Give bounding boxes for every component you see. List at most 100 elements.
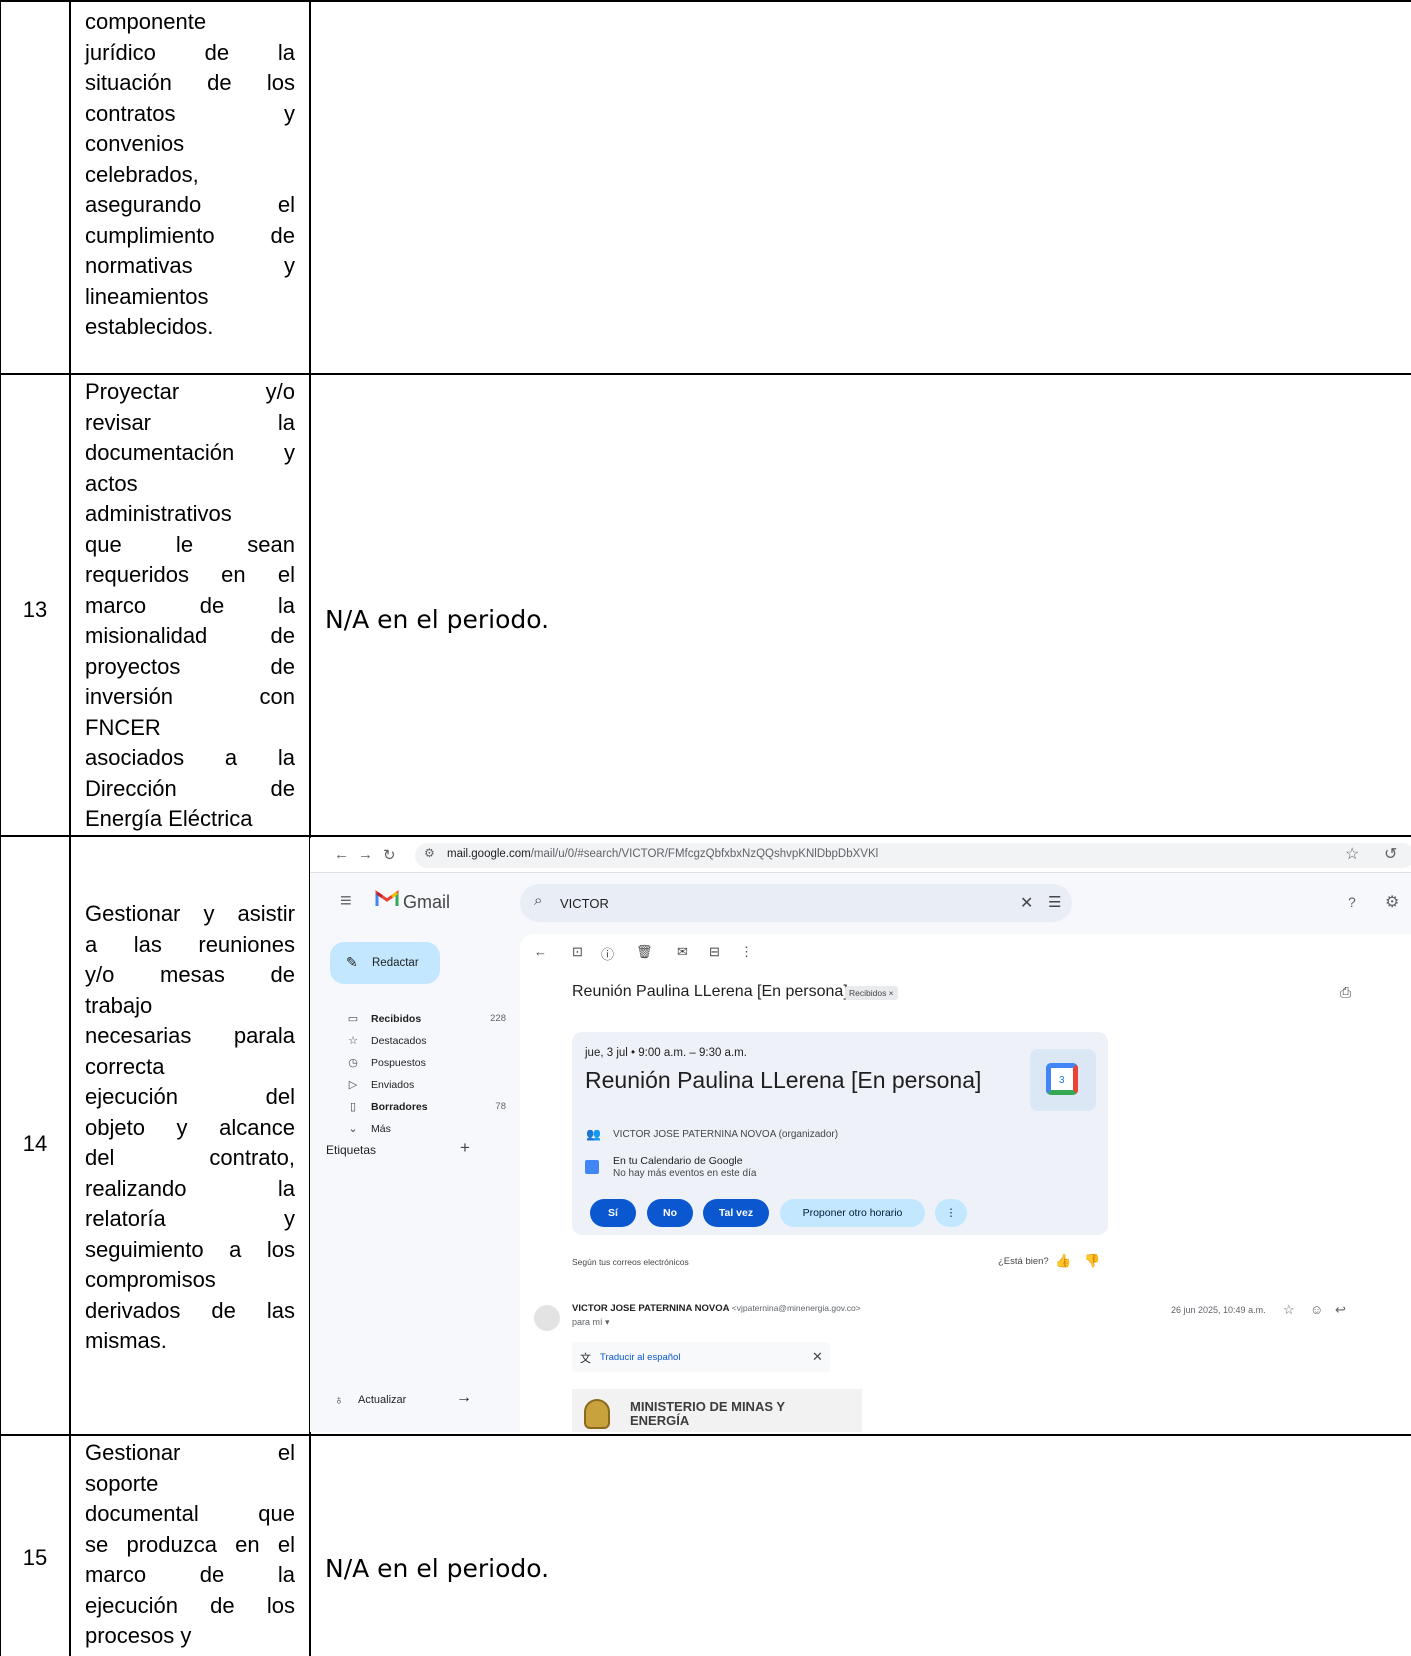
activity-line: convenios <box>85 131 185 156</box>
forward-arrow-icon[interactable]: → <box>358 846 373 863</box>
sidebar-item-mas[interactable]: ⌄ Más <box>346 1122 506 1140</box>
activity-line: ejecución del <box>85 1084 295 1109</box>
activity-cell: Gestionar y asistir a las reuniones y/o me… <box>85 899 295 1357</box>
translate-link[interactable]: Traducir al español <box>600 1352 680 1363</box>
move-to-icon[interactable]: ⊟ <box>709 944 720 960</box>
sidebar-item-borradores[interactable]: ▯ Borradores 78 <box>346 1100 506 1118</box>
star-icon[interactable]: ☆ <box>1283 1302 1295 1318</box>
add-label-icon[interactable]: + <box>460 1138 470 1158</box>
reply-icon[interactable]: ↩ <box>1335 1302 1346 1318</box>
sender-email: <vjpaternina@minenergia.gov.co> <box>731 1303 861 1313</box>
activity-line: compromisos <box>85 1267 216 1292</box>
update-badge-icon: ♁ <box>334 1392 344 1407</box>
activity-line: asegurando el <box>85 192 295 217</box>
calendar-note: En tu Calendario de Google <box>613 1155 743 1167</box>
inbox-tag[interactable]: Recibidos × <box>845 986 898 1000</box>
row-separator <box>0 1434 1411 1436</box>
clear-search-icon[interactable]: ✕ <box>1020 893 1033 913</box>
calendar-subnote: No hay más eventos en este día <box>613 1168 757 1179</box>
activity-line: Gestionar el <box>85 1440 295 1465</box>
activity-line: inversión con <box>85 684 295 709</box>
activity-line: Gestionar y asistir <box>85 901 295 926</box>
archive-icon[interactable]: ⊡ <box>572 944 583 960</box>
row-number: 13 <box>22 597 48 622</box>
activity-line: seguimiento a los <box>85 1236 295 1262</box>
inbox-icon: ▭ <box>347 1013 359 1025</box>
gmail-logo-icon <box>375 890 399 906</box>
based-on-note: Según tus correos electrónicos <box>572 1257 689 1267</box>
rsvp-maybe-button[interactable]: Tal vez <box>703 1199 769 1227</box>
close-icon[interactable]: ✕ <box>812 1349 823 1365</box>
rsvp-yes-button[interactable]: Sí <box>590 1199 636 1227</box>
thumbs-up-icon[interactable]: 👍 <box>1055 1253 1071 1269</box>
search-bar[interactable]: ⌕ VICTOR ✕ ☰ <box>520 884 1072 922</box>
pencil-icon: ✎ <box>346 954 358 970</box>
activity-line: ejecución de los <box>85 1592 295 1618</box>
activity-line: documental que <box>85 1501 295 1526</box>
send-icon: ▷ <box>348 1079 358 1091</box>
main-menu-icon[interactable]: ≡ <box>340 890 352 913</box>
sidebar-item-destacados[interactable]: ☆ Destacados <box>346 1034 506 1052</box>
activity-line: revisar la <box>85 409 295 435</box>
labels-heading: Etiquetas <box>326 1143 377 1157</box>
browser-toolbar: ← → ↻ ⚙ mail.google.com/mail/u/0/#search… <box>310 838 1411 873</box>
activity-line: necesarias parala <box>85 1023 295 1048</box>
rsvp-no-button[interactable]: No <box>647 1199 693 1227</box>
reload-icon[interactable]: ↻ <box>383 846 396 864</box>
activity-cell: componente jurídico de la situación de los… <box>85 7 295 343</box>
email-view: ← ⊡ ⓘ 🗑 ✉ ⊟ ⋮ Reunión Paulina LLerena [E… <box>520 934 1411 1432</box>
feedback-question: ¿Está bien? <box>998 1256 1049 1267</box>
gmail-screenshot: ← → ↻ ⚙ mail.google.com/mail/u/0/#search… <box>310 838 1411 1432</box>
activity-line: marco de la <box>85 592 295 618</box>
email-subject: Reunión Paulina LLerena [En persona] <box>572 983 848 1000</box>
sender-name: VICTOR JOSE PATERNINA NOVOA <box>572 1303 730 1314</box>
activity-line: jurídico de la <box>85 39 295 65</box>
activity-line: Proyectar y/o <box>85 379 295 404</box>
site-settings-icon[interactable]: ⚙ <box>424 846 435 860</box>
activity-line: soporte <box>85 1470 159 1496</box>
activity-line: a las reuniones <box>85 931 295 957</box>
sidebar-item-pospuestos[interactable]: ◷ Pospuestos <box>346 1056 506 1074</box>
more-options-icon[interactable]: ⋮ <box>740 944 753 960</box>
sender: VICTOR JOSE PATERNINA NOVOA <vjpaternina… <box>572 1303 861 1314</box>
sidebar-item-count: 78 <box>495 1101 506 1112</box>
print-icon[interactable]: ⎙ <box>1340 984 1351 1001</box>
search-options-icon[interactable]: ☰ <box>1048 893 1061 911</box>
propose-time-button[interactable]: Proponer otro horario <box>780 1199 925 1227</box>
recipient-toggle[interactable]: para mí ▾ <box>572 1317 610 1328</box>
activity-line: lineamientos <box>85 283 209 309</box>
draft-icon: ▯ <box>349 1101 357 1113</box>
activity-line: cumplimiento de <box>85 222 295 248</box>
delete-icon[interactable]: 🗑 <box>636 944 653 960</box>
sidebar-item-label: Pospuestos <box>371 1057 426 1069</box>
search-icon[interactable]: ⌕ <box>534 892 542 909</box>
table-divider-number <box>69 0 71 1656</box>
activity-line: administrativos <box>85 501 232 526</box>
update-label[interactable]: Actualizar <box>358 1394 406 1406</box>
bookmark-star-icon[interactable]: ☆ <box>1345 844 1359 864</box>
compose-button[interactable]: ✎ Redactar <box>330 942 440 984</box>
ministry-name-line: ENERGÍA <box>630 1413 690 1428</box>
search-input[interactable]: VICTOR <box>560 896 609 911</box>
avatar <box>534 1305 560 1331</box>
arrow-right-icon[interactable]: → <box>456 1389 472 1407</box>
report-spam-icon[interactable]: ⓘ <box>601 944 614 963</box>
thumbs-down-icon[interactable]: 👎 <box>1084 1253 1100 1269</box>
activity-line: correcta <box>85 1053 165 1079</box>
more-rsvp-options-icon[interactable]: ⋮ <box>935 1199 967 1227</box>
sidebar-item-label: Borradores <box>371 1101 428 1113</box>
url-text: mail.google.com/mail/u/0/#search/VICTOR/… <box>447 848 879 860</box>
email-date: 26 jun 2025, 10:49 a.m. <box>1171 1305 1266 1315</box>
emoji-react-icon[interactable]: ☺ <box>1310 1302 1323 1317</box>
settings-gear-icon[interactable]: ⚙ <box>1385 892 1399 912</box>
address-bar[interactable]: ⚙ mail.google.com/mail/u/0/#search/VICTO… <box>415 843 1411 868</box>
sidebar-item-count: 228 <box>490 1013 506 1024</box>
back-icon[interactable]: ← <box>534 944 547 959</box>
activity-line: proyectos de <box>85 653 295 679</box>
history-icon[interactable]: ↺ <box>1384 844 1397 864</box>
back-arrow-icon[interactable]: ← <box>334 846 349 863</box>
mark-unread-icon[interactable]: ✉ <box>677 944 688 960</box>
help-icon[interactable]: ? <box>1348 894 1356 910</box>
sidebar-item-recibidos[interactable]: ▭ Recibidos 228 <box>346 1012 506 1030</box>
sidebar-item-enviados[interactable]: ▷ Enviados <box>346 1078 506 1096</box>
